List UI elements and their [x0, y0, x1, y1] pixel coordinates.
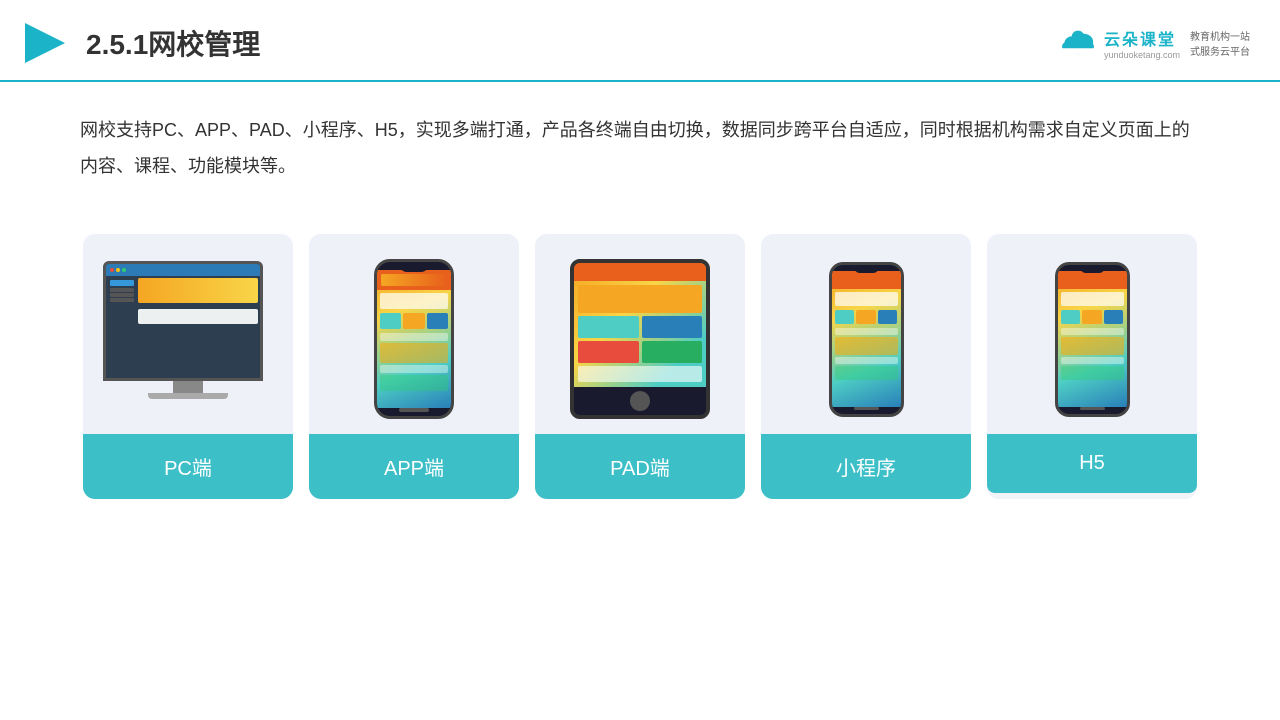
tablet-screen-header [574, 263, 706, 281]
card-pad: PAD端 [535, 234, 745, 499]
mini-phone-header [832, 271, 901, 289]
h5-phone-block-1 [1061, 337, 1124, 355]
app-phone-mockup [374, 259, 454, 419]
header-right: 云朵课堂 yunduoketang.com 教育机构一站 式服务云平台 [1058, 26, 1250, 60]
pc-screen-bar [106, 264, 260, 276]
h5-phone-home [1080, 407, 1105, 410]
mini-phone-notch [854, 267, 879, 273]
header-left: 2.5.1网校管理 [20, 18, 260, 68]
phone-row-2 [380, 365, 448, 373]
mini-phone-row-2 [835, 357, 898, 364]
phone-home-button [399, 408, 429, 412]
logo-arrow-icon [20, 18, 70, 68]
tablet-screen [574, 263, 706, 387]
brand-url: yunduoketang.com [1104, 50, 1180, 60]
mini-phone-home [854, 407, 879, 410]
mini-phone-content [832, 289, 901, 383]
h5-phone-screen [1058, 271, 1127, 407]
brand-cloud-icon [1058, 28, 1098, 58]
mini-phone-block-1 [835, 337, 898, 355]
mini-phone-row-1 [835, 328, 898, 335]
pc-base [148, 393, 228, 399]
pc-screen [103, 261, 263, 381]
tablet-home-button [630, 391, 650, 411]
header: 2.5.1网校管理 云朵课堂 yunduoketang.com 教育机构一站 式… [0, 0, 1280, 82]
card-pc-image [83, 234, 293, 434]
h5-phone-row-2 [1061, 357, 1124, 364]
brand-tagline-line1: 教育机构一站 [1190, 28, 1250, 43]
brand-text: 云朵课堂 yunduoketang.com [1104, 26, 1180, 60]
cards-container: PC端 [0, 214, 1280, 519]
card-app-image [309, 234, 519, 434]
brand-name: 云朵课堂 [1104, 26, 1176, 50]
card-pc-label: PC端 [83, 434, 293, 499]
card-miniprogram: 小程序 [761, 234, 971, 499]
phone-notch [399, 264, 429, 272]
phone-block-1 [380, 343, 448, 363]
tablet-screen-content [574, 281, 706, 386]
brand-logo: 云朵课堂 yunduoketang.com 教育机构一站 式服务云平台 [1058, 26, 1250, 60]
card-miniprogram-label: 小程序 [761, 434, 971, 499]
tablet-mockup [570, 259, 710, 419]
card-pad-image [535, 234, 745, 434]
card-pad-label: PAD端 [535, 434, 745, 499]
card-miniprogram-image [761, 234, 971, 434]
card-app: APP端 [309, 234, 519, 499]
h5-phone-row-1 [1061, 328, 1124, 335]
card-h5-label: H5 [987, 434, 1197, 493]
h5-phone-notch [1080, 267, 1105, 273]
description-paragraph: 网校支持PC、APP、PAD、小程序、H5，实现多端打通，产品各终端自由切换，数… [80, 112, 1200, 184]
h5-phone-content [1058, 289, 1127, 383]
brand-tagline: 教育机构一站 式服务云平台 [1190, 28, 1250, 58]
miniprogram-phone-mockup [829, 262, 904, 417]
pc-mockup [103, 261, 273, 421]
page-title: 2.5.1网校管理 [86, 23, 260, 63]
h5-phone-header [1058, 271, 1127, 289]
pc-stand [173, 381, 203, 393]
phone-screen-content [377, 290, 451, 394]
card-h5: H5 [987, 234, 1197, 499]
phone-screen-header [377, 270, 451, 290]
description-text: 网校支持PC、APP、PAD、小程序、H5，实现多端打通，产品各终端自由切换，数… [0, 82, 1280, 204]
card-app-label: APP端 [309, 434, 519, 499]
card-pc: PC端 [83, 234, 293, 499]
h5-phone-mockup [1055, 262, 1130, 417]
brand-tagline-line2: 式服务云平台 [1190, 43, 1250, 58]
phone-row-1 [380, 333, 448, 341]
card-h5-image [987, 234, 1197, 434]
phone-screen [377, 270, 451, 408]
mini-phone-screen [832, 271, 901, 407]
